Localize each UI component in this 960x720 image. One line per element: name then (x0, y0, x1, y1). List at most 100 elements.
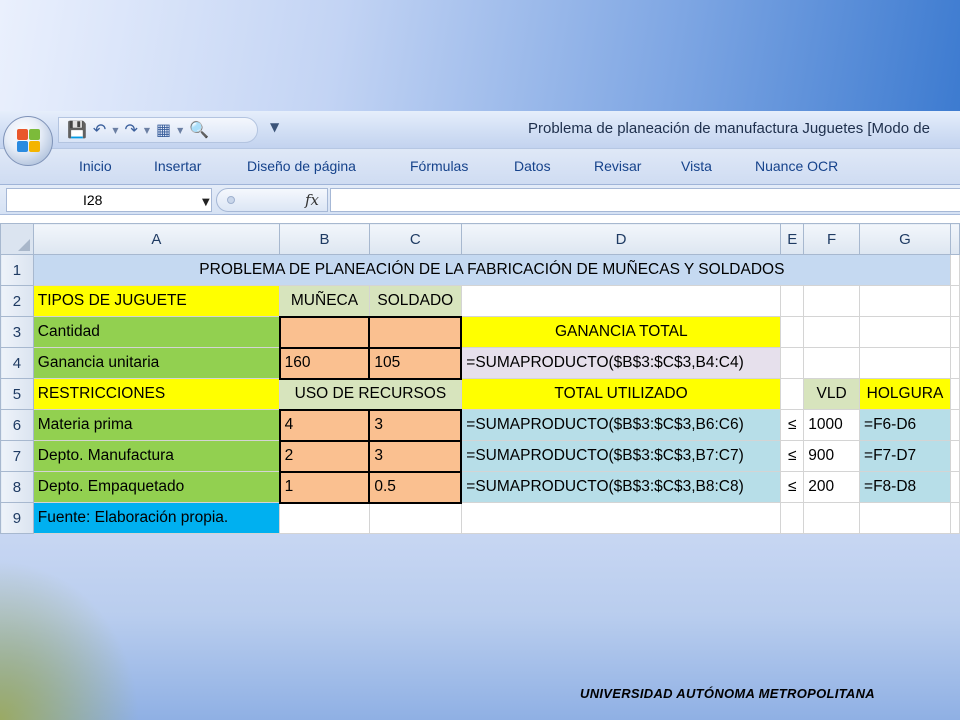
formula-bar-grip-icon[interactable] (227, 196, 235, 204)
save-icon[interactable]: 💾 (67, 122, 87, 138)
cell[interactable] (949, 316, 960, 348)
cell-e4[interactable] (780, 347, 805, 379)
cell[interactable] (949, 533, 960, 534)
row-header-2[interactable]: 2 (0, 285, 34, 317)
cell-b3[interactable] (278, 315, 371, 349)
cell[interactable] (949, 347, 960, 379)
row-header-6[interactable]: 6 (0, 409, 34, 441)
row-header-3[interactable]: 3 (0, 316, 34, 348)
insert-function-icon[interactable]: fx (305, 191, 319, 209)
cell-e9[interactable] (780, 502, 805, 534)
cell-a8[interactable]: Depto. Empaquetado (32, 471, 281, 503)
column-header-h[interactable] (949, 223, 960, 255)
row-header-7[interactable]: 7 (0, 440, 34, 472)
cell[interactable] (949, 409, 960, 441)
cell[interactable] (949, 440, 960, 472)
cell-g10[interactable] (859, 533, 951, 534)
cell-g3[interactable] (859, 316, 951, 348)
cell-b4[interactable]: 160 (278, 346, 371, 380)
cell-a7[interactable]: Depto. Manufactura (32, 440, 281, 472)
cell[interactable] (949, 502, 960, 534)
cell-b10[interactable] (279, 533, 370, 534)
cell-d8[interactable]: =SUMAPRODUCTO($B$3:$C$3,B8:C8) (460, 471, 782, 503)
cell-e3[interactable] (780, 316, 805, 348)
tab-inicio[interactable]: Inicio (79, 158, 112, 174)
cell[interactable] (949, 471, 960, 503)
tab-datos[interactable]: Datos (514, 158, 551, 174)
row-header-10[interactable]: 10 (0, 533, 34, 534)
cell-c10[interactable] (368, 533, 462, 534)
cell-g9[interactable] (859, 502, 951, 534)
cell-f6[interactable]: 1000 (803, 409, 861, 441)
tab-nuance-ocr[interactable]: Nuance OCR (755, 158, 838, 174)
cell-f5[interactable]: VLD (803, 378, 861, 410)
form-icon[interactable]: ▦ (156, 122, 171, 138)
cell-a3[interactable]: Cantidad (32, 316, 281, 348)
cell-b2[interactable]: MUÑECA (279, 285, 370, 317)
cell-d2[interactable] (460, 285, 782, 317)
cell-d10[interactable] (460, 533, 782, 534)
undo-icon[interactable]: ↶ (93, 122, 106, 138)
select-all-corner[interactable] (0, 223, 34, 255)
tab-vista[interactable]: Vista (681, 158, 712, 174)
cell-d7[interactable]: =SUMAPRODUCTO($B$3:$C$3,B7:C7) (460, 440, 782, 472)
cell-f4[interactable] (803, 347, 861, 379)
name-box[interactable]: I28 ▼ (6, 188, 212, 212)
cell-b5-c5[interactable]: USO DE RECURSOS (279, 378, 462, 410)
cell-a10[interactable] (32, 533, 281, 534)
cell-e6[interactable]: ≤ (780, 409, 805, 441)
cell-d4[interactable]: =SUMAPRODUCTO($B$3:$C$3,B4:C4) (460, 347, 782, 379)
row-header-9[interactable]: 9 (0, 502, 34, 534)
column-header-b[interactable]: B (279, 223, 370, 255)
cell-e5[interactable] (780, 378, 805, 410)
column-header-g[interactable]: G (859, 223, 951, 255)
cell-c2[interactable]: SOLDADO (368, 285, 462, 317)
cell-g4[interactable] (859, 347, 951, 379)
cell[interactable] (949, 378, 960, 410)
cell-f2[interactable] (803, 285, 861, 317)
cell-f7[interactable]: 900 (803, 440, 861, 472)
tab-insertar[interactable]: Insertar (154, 158, 201, 174)
column-header-e[interactable]: E (780, 223, 805, 255)
name-box-dropdown-icon[interactable]: ▼ (202, 197, 210, 208)
cell-g7[interactable]: =F7-D7 (859, 440, 951, 472)
undo-dropdown-icon[interactable]: ▼ (112, 126, 118, 135)
redo-dropdown-icon[interactable]: ▼ (144, 126, 150, 135)
tab-revisar[interactable]: Revisar (594, 158, 641, 174)
cell-b9[interactable] (279, 502, 370, 534)
cell-f8[interactable]: 200 (803, 471, 861, 503)
cell-c4[interactable]: 105 (368, 346, 463, 380)
cell-e10[interactable] (780, 533, 805, 534)
cell-a5[interactable]: RESTRICCIONES (32, 378, 281, 410)
sheet-title-cell[interactable]: PROBLEMA DE PLANEACIÓN DE LA FABRICACIÓN… (32, 254, 951, 286)
cell[interactable] (949, 254, 960, 286)
cell-g2[interactable] (859, 285, 951, 317)
column-header-f[interactable]: F (803, 223, 861, 255)
row-header-4[interactable]: 4 (0, 347, 34, 379)
customize-toolbar-icon[interactable]: ▼ (270, 120, 279, 134)
cell-a4[interactable]: Ganancia unitaria (32, 347, 281, 379)
cell-f3[interactable] (803, 316, 861, 348)
cell-d5[interactable]: TOTAL UTILIZADO (460, 378, 782, 410)
cell-d9[interactable] (460, 502, 782, 534)
cell-c9[interactable] (368, 502, 462, 534)
cell-c8[interactable]: 0.5 (368, 470, 463, 504)
formula-input[interactable] (330, 188, 960, 212)
row-header-1[interactable]: 1 (0, 254, 34, 286)
cell-g6[interactable]: =F6-D6 (859, 409, 951, 441)
cell-g8[interactable]: =F8-D8 (859, 471, 951, 503)
cell-c3[interactable] (368, 315, 463, 349)
form-dropdown-icon[interactable]: ▼ (177, 126, 183, 135)
row-header-8[interactable]: 8 (0, 471, 34, 503)
cell-f9[interactable] (803, 502, 861, 534)
column-header-d[interactable]: D (460, 223, 782, 255)
cell-f10[interactable] (803, 533, 861, 534)
cell-b7[interactable]: 2 (278, 439, 371, 473)
tab-formulas[interactable]: Fórmulas (410, 158, 468, 174)
cell-b6[interactable]: 4 (278, 408, 371, 442)
cell-a2[interactable]: TIPOS DE JUGUETE (32, 285, 281, 317)
row-header-5[interactable]: 5 (0, 378, 34, 410)
cell-a9[interactable]: Fuente: Elaboración propia. (32, 502, 281, 534)
column-header-a[interactable]: A (32, 223, 281, 255)
redo-icon[interactable]: ↷ (124, 122, 137, 138)
